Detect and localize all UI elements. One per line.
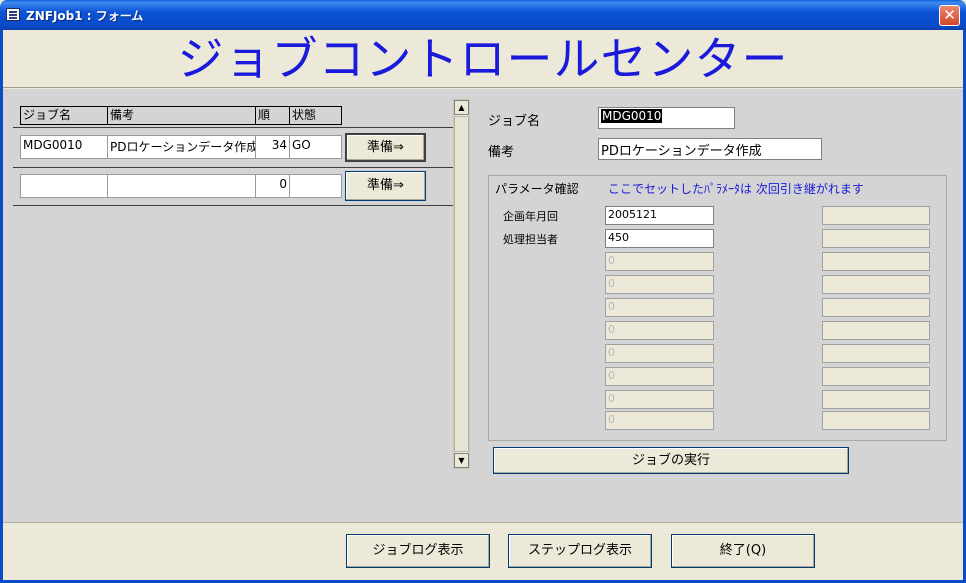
page-title: ジョブコントロールセンター xyxy=(177,32,789,86)
param7-right-field xyxy=(822,344,930,363)
note-label: 備考 xyxy=(488,145,515,160)
scroll-thumb[interactable] xyxy=(454,116,469,452)
row2-note-cell[interactable] xyxy=(107,174,256,198)
job-name-value: MDG0010 xyxy=(601,109,663,123)
row2-prepare-button[interactable]: 準備⇒ xyxy=(345,171,426,201)
param3-right-field xyxy=(822,252,930,271)
param4-field: 0 xyxy=(605,275,714,294)
column-header-order: 順 xyxy=(255,106,290,125)
param1-label: 企画年月回 xyxy=(503,210,558,223)
param2-field[interactable]: 450 xyxy=(605,229,714,248)
row2-order-cell[interactable]: 0 xyxy=(255,174,290,198)
list-divider xyxy=(13,205,454,206)
note-field[interactable]: PDロケーションデータ作成 xyxy=(598,138,822,160)
param8-right-field xyxy=(822,367,930,386)
exit-button[interactable]: 終了(Q) xyxy=(671,534,815,568)
job-log-button[interactable]: ジョブログ表示 xyxy=(346,534,490,568)
form-icon xyxy=(6,8,20,21)
param1-right-field xyxy=(822,206,930,225)
close-button[interactable]: ✕ xyxy=(939,5,960,26)
job-name-field[interactable]: MDG0010 xyxy=(598,107,735,129)
row2-status-cell[interactable] xyxy=(289,174,342,198)
param3-field: 0 xyxy=(605,252,714,271)
title-bar: ZNFJob1 : フォーム ✕ xyxy=(0,0,966,30)
param5-right-field xyxy=(822,298,930,317)
param5-field: 0 xyxy=(605,298,714,317)
list-divider xyxy=(13,127,454,128)
row1-status-cell[interactable]: GO xyxy=(289,135,342,159)
param9-right-field xyxy=(822,390,930,409)
row2-job-cell[interactable] xyxy=(20,174,108,198)
param7-field: 0 xyxy=(605,344,714,363)
scroll-down-icon[interactable]: ▼ xyxy=(454,453,469,468)
param6-right-field xyxy=(822,321,930,340)
parameter-note: ここでセットしたﾊﾟﾗﾒｰﾀは 次回引き継がれます xyxy=(608,182,864,196)
param4-right-field xyxy=(822,275,930,294)
form-header: ジョブコントロールセンター xyxy=(3,30,963,88)
param1-field[interactable]: 2005121 xyxy=(605,206,714,225)
param10-field: 0 xyxy=(605,411,714,430)
param6-field: 0 xyxy=(605,321,714,340)
param8-field: 0 xyxy=(605,367,714,386)
row1-job-cell[interactable]: MDG0010 xyxy=(20,135,108,159)
param2-label: 処理担当者 xyxy=(503,233,558,246)
list-scrollbar[interactable]: ▲ ▼ xyxy=(453,99,470,469)
param2-right-field xyxy=(822,229,930,248)
column-header-status: 状態 xyxy=(289,106,342,125)
row1-prepare-button[interactable]: 準備⇒ xyxy=(345,133,426,162)
run-job-button[interactable]: ジョブの実行 xyxy=(493,447,849,474)
column-header-note: 備考 xyxy=(107,106,256,125)
param10-right-field xyxy=(822,411,930,430)
param9-field: 0 xyxy=(605,390,714,409)
scroll-up-icon[interactable]: ▲ xyxy=(454,100,469,115)
parameter-group-title: パラメータ確認 xyxy=(495,182,579,196)
row1-note-cell[interactable]: PDロケーションデータ作成 xyxy=(107,135,256,159)
window-title: ZNFJob1 : フォーム xyxy=(26,9,144,23)
step-log-button[interactable]: ステップログ表示 xyxy=(508,534,652,568)
column-header-job: ジョブ名 xyxy=(20,106,108,125)
job-name-label: ジョブ名 xyxy=(488,114,541,129)
row1-order-cell[interactable]: 34 xyxy=(255,135,290,159)
list-divider xyxy=(13,167,454,168)
